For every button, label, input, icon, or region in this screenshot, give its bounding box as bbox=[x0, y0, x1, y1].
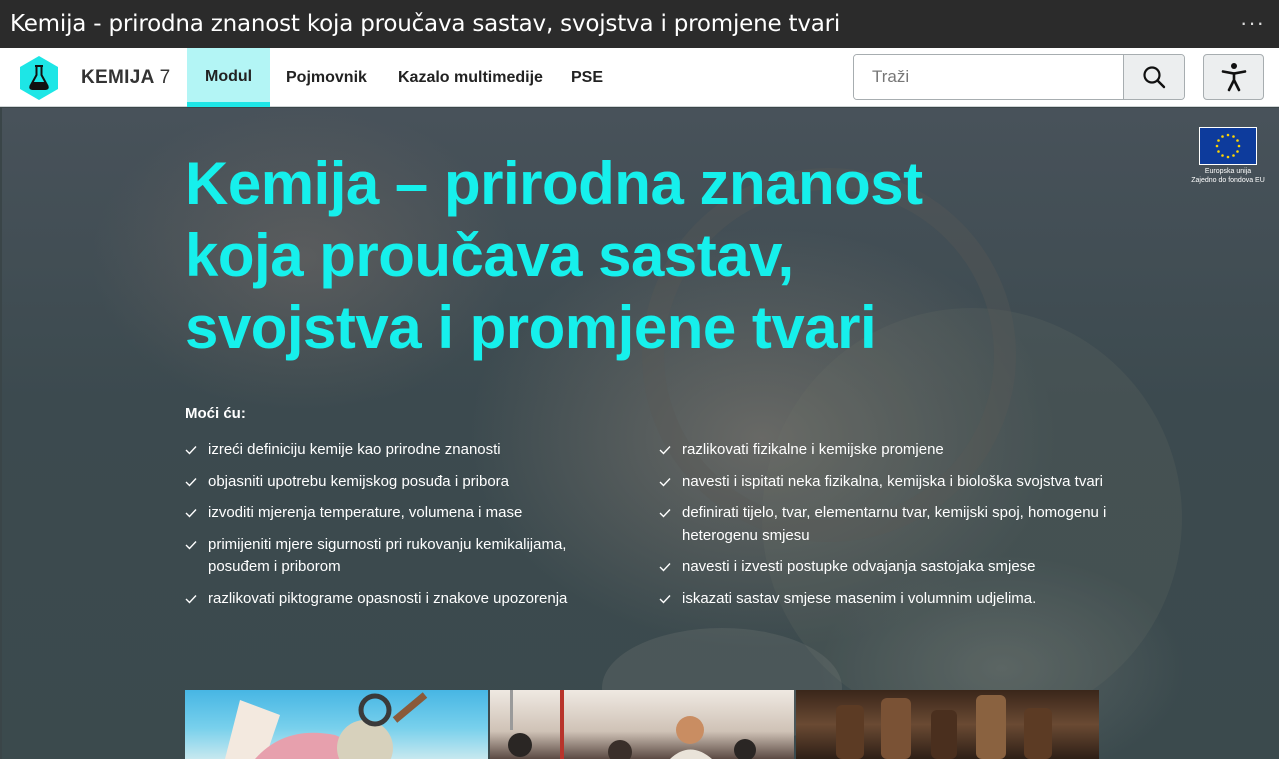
goal-text: iskazati sastav smjese masenim i volumni… bbox=[682, 589, 1037, 607]
more-options-icon[interactable]: ··· bbox=[1240, 10, 1265, 36]
page-title: Kemija – prirodna znanost koja proučava … bbox=[185, 148, 985, 364]
nav-item-kazalo-multimedije[interactable]: Kazalo multimedije bbox=[398, 48, 543, 107]
goal-text: izreći definiciju kemije kao prirodne zn… bbox=[208, 441, 501, 458]
check-icon bbox=[659, 594, 671, 604]
search-icon bbox=[1143, 66, 1166, 89]
list-item: razlikovati piktograme opasnosti i znako… bbox=[185, 588, 595, 611]
apothecary-bottles-image bbox=[835, 695, 1052, 759]
nav-item-modul[interactable]: Modul bbox=[187, 48, 271, 107]
brand-link[interactable]: KEMIJA 7 bbox=[81, 67, 170, 89]
page-title-line-3: svojstva i promjene tvari bbox=[185, 294, 877, 361]
search-input[interactable] bbox=[854, 55, 1123, 99]
window-titlebar: Kemija - prirodna znanost koja proučava … bbox=[0, 0, 1279, 48]
top-navigation: KEMIJA 7 Modul Pojmovnik Kazalo multimedi… bbox=[0, 48, 1279, 107]
check-icon bbox=[185, 594, 197, 604]
eu-label-line2: Zajedno do fondova EU bbox=[1191, 177, 1265, 184]
check-icon bbox=[185, 446, 197, 455]
hero-section: Europska unija Zajedno do fondova EU Kem… bbox=[2, 108, 1279, 759]
check-icon bbox=[185, 477, 197, 487]
goal-text: navesti i ispitati neka fizikalna, kemij… bbox=[682, 472, 1104, 490]
list-item: izreći definiciju kemije kao prirodne zn… bbox=[185, 439, 595, 462]
check-icon bbox=[659, 509, 671, 518]
learning-goals-label: Moći ću: bbox=[185, 405, 246, 422]
nav-item-pse[interactable]: PSE bbox=[571, 48, 603, 107]
window-title: Kemija - prirodna znanost koja proučava … bbox=[10, 11, 841, 37]
section-thumbnails bbox=[185, 690, 1099, 759]
section-thumbnail-1[interactable] bbox=[185, 690, 489, 759]
learning-goals-right: razlikovati fizikalne i kemijske promjen… bbox=[659, 439, 1109, 619]
goal-text: objasniti upotrebu kemijskog posuđa i pr… bbox=[208, 472, 510, 490]
eu-flag-icon bbox=[1199, 127, 1257, 165]
goal-text: navesti i izvesti postupke odvajanja sas… bbox=[682, 558, 1036, 575]
page-title-line-1: Kemija – prirodna znanost bbox=[185, 150, 923, 217]
goal-text: razlikovati fizikalne i kemijske promjen… bbox=[682, 441, 944, 458]
search-button[interactable] bbox=[1123, 55, 1184, 99]
goal-text: izvoditi mjerenja temperature, volumena … bbox=[208, 504, 523, 521]
accessibility-button[interactable] bbox=[1203, 54, 1264, 100]
list-item: primijeniti mjere sigurnosti pri rukovan… bbox=[185, 534, 595, 579]
search-box bbox=[853, 54, 1185, 100]
lab-glassware-image bbox=[225, 692, 428, 759]
check-icon bbox=[659, 477, 671, 487]
section-thumbnail-2[interactable] bbox=[490, 690, 794, 759]
list-item: razlikovati fizikalne i kemijske promjen… bbox=[659, 439, 1109, 462]
accessibility-icon bbox=[1221, 63, 1246, 92]
check-icon bbox=[185, 540, 197, 550]
goal-text: razlikovati piktograme opasnosti i znako… bbox=[208, 589, 568, 607]
eu-label-line1: Europska unija bbox=[1204, 168, 1252, 175]
check-icon bbox=[659, 446, 671, 455]
check-icon bbox=[185, 509, 197, 518]
page-title-line-2: koja proučava sastav, bbox=[185, 222, 794, 289]
goal-text: primijeniti mjere sigurnosti pri rukovan… bbox=[208, 535, 567, 576]
list-item: navesti i ispitati neka fizikalna, kemij… bbox=[659, 471, 1109, 494]
students-lab-image bbox=[508, 690, 757, 759]
flask-hexagon-icon[interactable] bbox=[18, 55, 60, 101]
goal-text: definirati tijelo, tvar, elementarnu tva… bbox=[682, 504, 1107, 544]
section-thumbnail-3[interactable] bbox=[795, 690, 1099, 759]
check-icon bbox=[659, 563, 671, 572]
eu-logo: Europska unija Zajedno do fondova EU bbox=[1188, 127, 1268, 185]
list-item: iskazati sastav smjese masenim i volumni… bbox=[659, 588, 1109, 611]
learning-goals-left: izreći definiciju kemije kao prirodne zn… bbox=[185, 439, 595, 619]
list-item: definirati tijelo, tvar, elementarnu tva… bbox=[659, 502, 1109, 547]
nav-item-pojmovnik[interactable]: Pojmovnik bbox=[286, 48, 367, 107]
list-item: izvoditi mjerenja temperature, volumena … bbox=[185, 502, 595, 525]
brand-name: KEMIJA bbox=[81, 67, 155, 88]
list-item: objasniti upotrebu kemijskog posuđa i pr… bbox=[185, 471, 595, 494]
list-item: navesti i izvesti postupke odvajanja sas… bbox=[659, 556, 1109, 579]
brand-grade: 7 bbox=[159, 67, 171, 88]
